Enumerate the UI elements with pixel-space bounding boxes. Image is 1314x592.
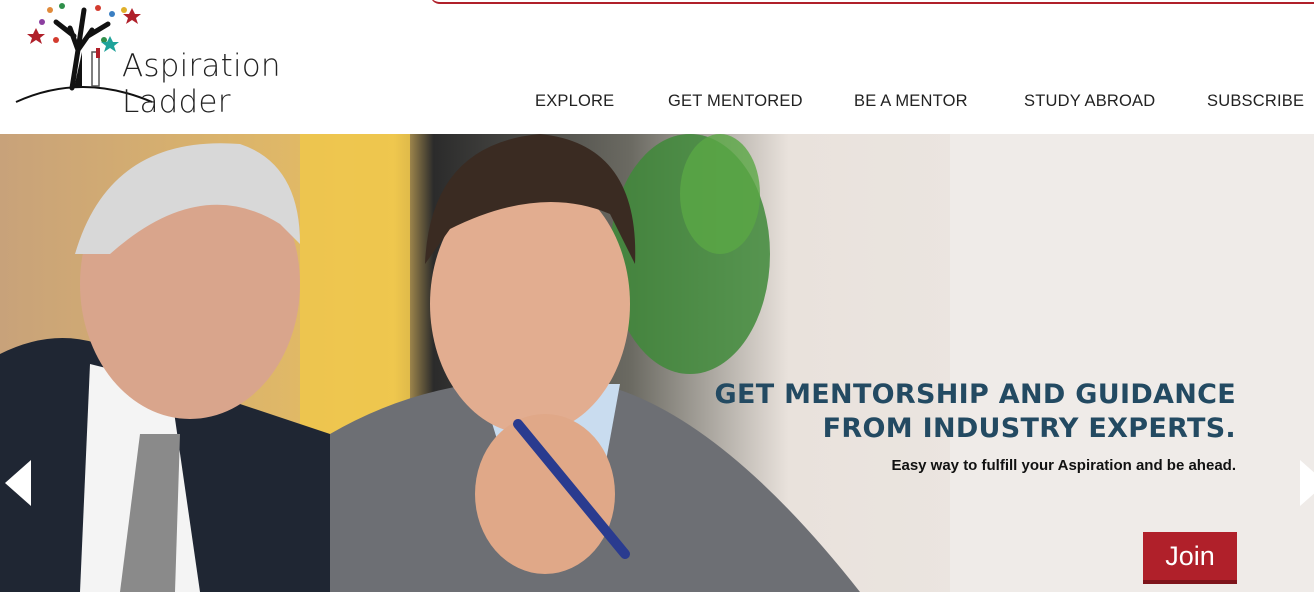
slider-next-arrow-icon[interactable] — [1300, 460, 1314, 506]
hero-headline-line1: GET MENTORSHIP AND GUIDANCE — [714, 379, 1236, 410]
main-nav: EXPLORE GET MENTORED BE A MENTOR STUDY A… — [0, 92, 1314, 114]
hero-subline: Easy way to fulfill your Aspiration and … — [891, 457, 1236, 474]
slider-prev-arrow-icon[interactable] — [5, 460, 31, 506]
hero-photo — [0, 134, 1314, 592]
nav-be-a-mentor[interactable]: BE A MENTOR — [854, 92, 968, 111]
nav-subscribe[interactable]: SUBSCRIBE — [1207, 92, 1304, 111]
site-header: Aspiration Ladder EXPLORE GET MENTORED B… — [0, 0, 1314, 134]
nav-study-abroad[interactable]: STUDY ABROAD — [1024, 92, 1155, 111]
hero-headline-line2: FROM INDUSTRY EXPERTS. — [822, 413, 1236, 444]
join-button[interactable]: Join — [1143, 532, 1237, 584]
hero-headline: GET MENTORSHIP AND GUIDANCE FROM INDUSTR… — [715, 378, 1236, 446]
decorative-top-bar — [430, 0, 1314, 4]
nav-get-mentored[interactable]: GET MENTORED — [668, 92, 803, 111]
nav-explore[interactable]: EXPLORE — [535, 92, 614, 111]
hero-slider: GET MENTORSHIP AND GUIDANCE FROM INDUSTR… — [0, 134, 1314, 592]
